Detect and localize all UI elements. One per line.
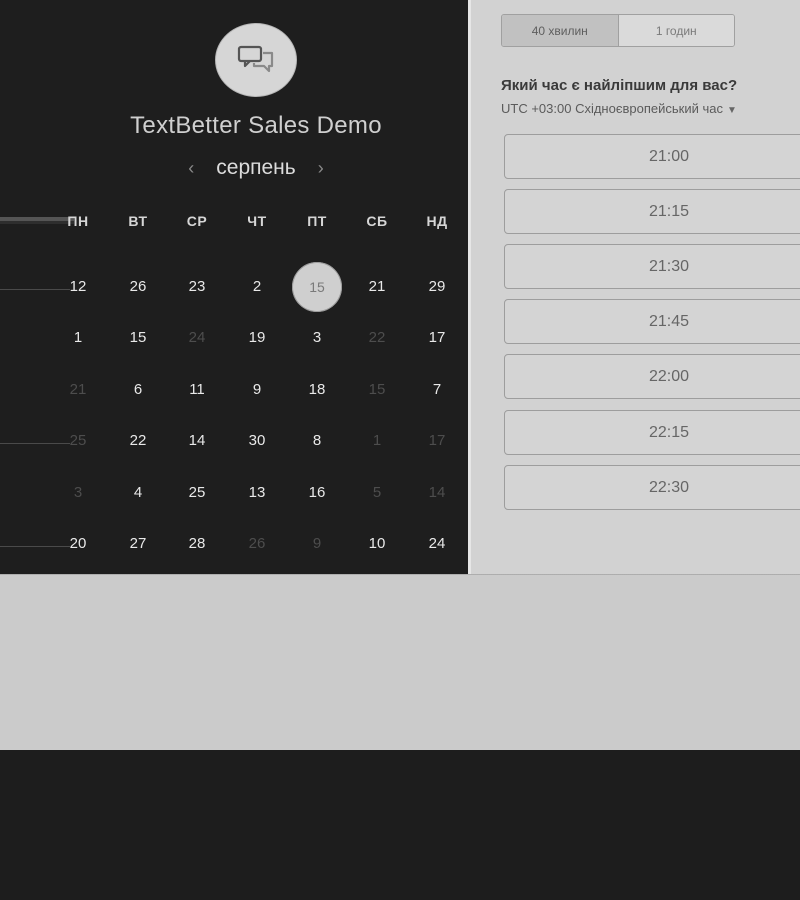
calendar-day[interactable]: 30 [235, 431, 279, 451]
calendar-day[interactable]: 2 [235, 277, 279, 297]
time-slot-label: 21:45 [648, 312, 690, 330]
chevron-left-icon[interactable]: ‹ [176, 158, 206, 179]
calendar-day[interactable]: 12 [56, 277, 100, 297]
calendar-day[interactable]: 13 [235, 483, 279, 503]
calendar-day[interactable]: 7 [415, 380, 459, 400]
calendar-day[interactable]: 23 [175, 277, 219, 297]
time-slot-button[interactable]: 21:15 [504, 189, 800, 234]
calendar-day: 1 [372, 432, 382, 449]
avatar [215, 23, 297, 97]
calendar-day: 24 [188, 329, 206, 346]
calendar-day: 21 [69, 381, 87, 398]
time-slot-button[interactable]: 21:30 [504, 244, 800, 289]
calendar-day: 5 [372, 484, 382, 501]
duration-toggle: 40 хвилин 1 годин [501, 14, 735, 47]
time-slot-label: 21:30 [648, 257, 690, 275]
chevron-right-icon[interactable]: › [306, 158, 336, 179]
time-slot-label: 22:00 [648, 367, 690, 385]
weekday-label: СР [186, 213, 208, 229]
caret-down-icon: ▼ [726, 105, 737, 116]
time-slot-label: 22:15 [648, 423, 690, 441]
calendar-day[interactable]: 16 [295, 483, 339, 503]
weekday-label: ПН [67, 213, 89, 229]
time-slot-button[interactable]: 22:15 [504, 410, 800, 455]
time-slot-button[interactable]: 21:00 [504, 134, 800, 179]
page-title: TextBetter Sales Demo [130, 112, 382, 139]
time-slot-label: 22:30 [648, 478, 690, 496]
calendar-day[interactable]: 26 [116, 277, 160, 297]
chat-bubbles-icon [237, 45, 274, 73]
calendar-day[interactable]: 10 [355, 534, 399, 554]
duration-option-40min[interactable]: 40 хвилин [502, 15, 619, 46]
calendar-day[interactable]: 20 [56, 534, 100, 554]
calendar-day[interactable]: 25 [175, 483, 219, 503]
time-question: Який час є найліпшим для вас? [501, 77, 738, 94]
calendar-day[interactable]: 24 [415, 534, 459, 554]
time-slot-label: 21:00 [648, 147, 690, 165]
calendar-day[interactable]: 11 [175, 380, 219, 400]
calendar-day[interactable]: 9 [235, 380, 279, 400]
calendar-day: 3 [73, 484, 83, 501]
calendar-day-selected[interactable]: 15 [292, 262, 342, 312]
calendar-day[interactable]: 22 [116, 431, 160, 451]
weekday-label: ПТ [307, 213, 327, 229]
calendar-day[interactable]: 4 [116, 483, 160, 503]
weekday-label: НД [426, 213, 448, 229]
timezone-select[interactable]: UTC +03:00 Східноєвропейський час ▼ [501, 101, 737, 116]
time-slot-label: 21:15 [648, 202, 690, 220]
calendar-day[interactable]: 29 [415, 277, 459, 297]
calendar-day[interactable]: 1 [56, 328, 100, 348]
timezone-label: UTC +03:00 Східноєвропейський час [501, 101, 723, 116]
calendar-day[interactable]: 17 [415, 328, 459, 348]
calendar-day[interactable]: 6 [116, 380, 160, 400]
weekday-label: ЧТ [247, 213, 267, 229]
time-slot-button[interactable]: 21:45 [504, 299, 800, 344]
calendar-day: 25 [69, 432, 87, 449]
time-slot-button[interactable]: 22:00 [504, 354, 800, 399]
calendar-day: 9 [312, 535, 322, 552]
weekday-label: ВТ [128, 213, 148, 229]
calendar-day[interactable]: 8 [295, 431, 339, 451]
calendar-panel: TextBetter Sales Demo ‹ серпень › ПН ВТ СР… [0, 0, 468, 575]
month-navigation: ‹ серпень › [0, 156, 512, 180]
month-label: серпень [216, 156, 296, 179]
weekday-label: СБ [366, 213, 388, 229]
calendar-day[interactable]: 3 [295, 328, 339, 348]
calendar-day: 22 [368, 329, 386, 346]
time-slot-button[interactable]: 22:30 [504, 465, 800, 510]
calendar-day[interactable]: 28 [175, 534, 219, 554]
calendar-day[interactable]: 19 [235, 328, 279, 348]
calendar-day: 15 [368, 381, 386, 398]
calendar-day[interactable]: 27 [116, 534, 160, 554]
calendar-day[interactable]: 14 [175, 431, 219, 451]
calendar-day[interactable]: 21 [355, 277, 399, 297]
calendar-day: 26 [248, 535, 266, 552]
calendar-day[interactable]: 18 [295, 380, 339, 400]
calendar-day: 17 [428, 432, 446, 449]
duration-option-1h[interactable]: 1 годин [618, 15, 734, 46]
calendar-day[interactable]: 15 [116, 328, 160, 348]
footer-band [0, 575, 800, 750]
calendar-day: 14 [428, 484, 446, 501]
